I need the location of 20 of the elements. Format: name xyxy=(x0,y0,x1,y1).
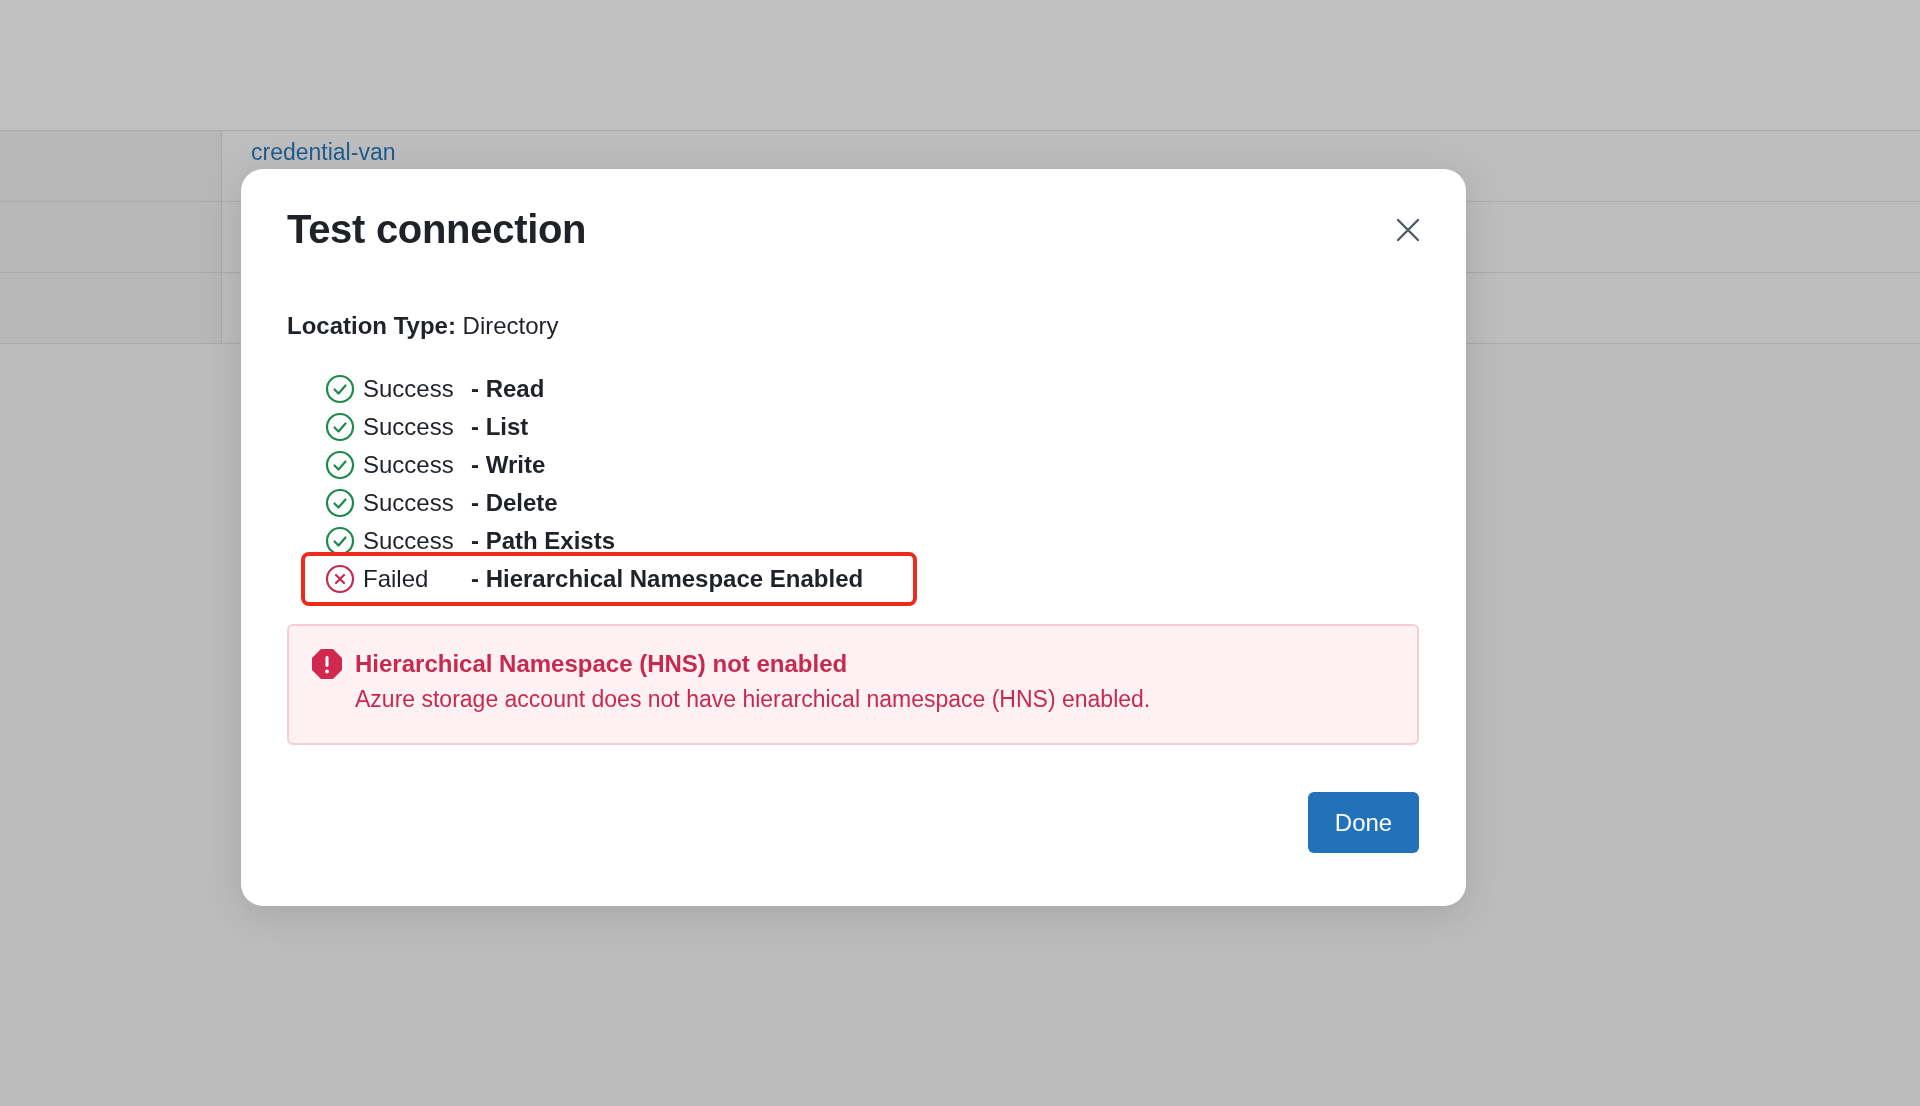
check-status: Failed xyxy=(363,565,430,593)
check-name: - Read xyxy=(471,375,545,403)
alert-message: Azure storage account does not have hierarchical namespace (HNS) enabled. xyxy=(355,685,1151,714)
check-status: Success xyxy=(363,413,455,441)
credential-link[interactable]: credential-van xyxy=(251,139,396,165)
dialog-title: Test connection xyxy=(287,207,587,252)
check-name: - Write xyxy=(471,451,546,479)
check-status: Success xyxy=(363,527,455,555)
check-name: - Delete xyxy=(471,489,558,517)
check-status: Success xyxy=(363,451,455,479)
error-octagon-icon xyxy=(311,648,343,680)
check-status: Success xyxy=(363,489,455,517)
check-name: - Path Exists xyxy=(471,527,616,555)
check-status: Success xyxy=(363,375,455,403)
check-name: - Hierarchical Namespace Enabled xyxy=(471,565,864,593)
check-name: - List xyxy=(471,413,529,441)
done-button[interactable]: Done xyxy=(1308,792,1419,853)
alert-title: Hierarchical Namespace (HNS) not enabled xyxy=(355,649,849,679)
location-type-text: Location Type: Directory xyxy=(287,312,560,340)
close-icon[interactable] xyxy=(1395,216,1421,243)
